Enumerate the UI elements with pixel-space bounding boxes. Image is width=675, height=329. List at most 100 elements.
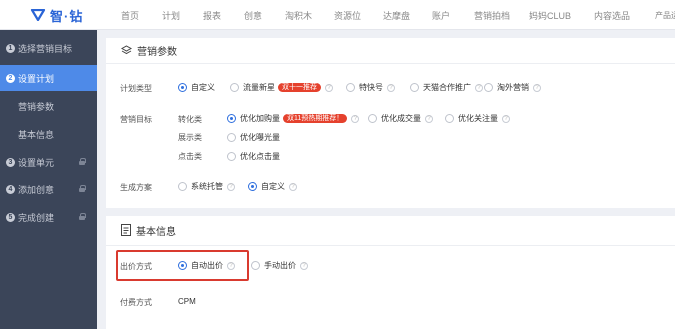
plan-type-express[interactable]: 特快号 ? [346, 82, 395, 93]
sidebar: 1 选择营销目标 2 设置计划 营销参数 基本信息 3 设置单元 4 添加创意 … [0, 30, 97, 329]
sidebar-item-label: 选择营销目标 [18, 43, 73, 54]
step-number: 1 [6, 43, 15, 53]
radio[interactable] [346, 83, 355, 92]
help-icon[interactable]: ? [533, 83, 541, 92]
goal-category-click: 点击类 [178, 152, 202, 161]
option-label: 自定义 [191, 83, 215, 92]
section-title: 营销参数 [137, 47, 177, 58]
pay-value: CPM [178, 297, 196, 306]
scheme-system[interactable]: 系统托管 ? [178, 181, 235, 192]
sidebar-item-label: 设置单元 [18, 157, 55, 168]
sidebar-sub-basic-info[interactable]: 基本信息 [0, 121, 97, 147]
step-number: 3 [6, 157, 15, 167]
sidebar-item-label: 添加创意 [18, 184, 55, 195]
help-icon[interactable]: ? [289, 182, 297, 191]
marketing-params-panel: 营销参数 计划类型 自定义 流量新星 双十一推荐 ? 特快号 ? 天猫合作推广 … [106, 38, 675, 208]
help-icon[interactable]: ? [502, 114, 510, 123]
radio[interactable] [230, 83, 239, 92]
layers-icon [120, 44, 133, 57]
plan-type-traffic-star[interactable]: 流量新星 双十一推荐 ? [230, 82, 333, 93]
radio[interactable] [410, 83, 419, 92]
sidebar-step-set-plan[interactable]: 2 设置计划 [0, 65, 97, 91]
option-label: 流量新星 [243, 83, 275, 92]
radio-checked[interactable] [178, 83, 187, 92]
help-icon[interactable]: ? [227, 182, 235, 191]
pay-label: 付费方式 [120, 298, 152, 307]
option-label: 自动出价 [191, 261, 223, 270]
bid-label: 出价方式 [120, 262, 152, 271]
sidebar-item-label: 设置计划 [18, 73, 55, 84]
sidebar-step-complete[interactable]: 5 完成创建 [0, 204, 97, 230]
goal-follows[interactable]: 优化关注量 ? [445, 113, 510, 124]
goal-deals[interactable]: 优化成交量 ? [368, 113, 433, 124]
option-label: 天猫合作推广 [423, 83, 471, 92]
nav-report[interactable]: 报表 [203, 9, 221, 22]
panel-header: 基本信息 [106, 216, 675, 246]
radio[interactable] [368, 114, 377, 123]
help-icon[interactable]: ? [475, 83, 483, 92]
radio-checked[interactable] [178, 261, 187, 270]
plan-type-label: 计划类型 [120, 84, 152, 93]
bid-manual[interactable]: 手动出价 ? [251, 260, 308, 271]
option-label: 优化曝光量 [240, 133, 280, 142]
goal-add-cart[interactable]: 优化加购量 双11预热期推荐！ ? [227, 113, 360, 124]
scheme-custom[interactable]: 自定义 ? [248, 181, 297, 192]
sidebar-sub-marketing-params[interactable]: 营销参数 [0, 93, 97, 119]
scheme-label: 生成方案 [120, 183, 152, 192]
nav-account[interactable]: 账户 [432, 9, 450, 22]
sidebar-step-select-goal[interactable]: 1 选择营销目标 [0, 35, 97, 61]
nav-content-select[interactable]: 内容选品 [594, 9, 630, 22]
goal-category-display: 展示类 [178, 133, 202, 142]
help-icon[interactable]: ? [325, 83, 333, 92]
step-number: 4 [6, 184, 15, 194]
sidebar-step-add-creative[interactable]: 4 添加创意 [0, 176, 97, 202]
bid-auto[interactable]: 自动出价 ? [178, 260, 235, 271]
logo[interactable]: 智·钻 [30, 6, 83, 24]
radio[interactable] [227, 152, 236, 161]
nav-taojimu[interactable]: 淘积木 [285, 9, 312, 22]
radio[interactable] [484, 83, 493, 92]
help-icon[interactable]: ? [387, 83, 395, 92]
nav-mama-club[interactable]: 妈妈CLUB [529, 9, 571, 22]
plan-type-external[interactable]: 淘外营销 ? [484, 82, 541, 93]
help-icon[interactable]: ? [351, 114, 360, 123]
section-title: 基本信息 [136, 227, 176, 238]
option-label: 手动出价 [264, 261, 296, 270]
radio-checked[interactable] [227, 114, 236, 123]
help-icon[interactable]: ? [300, 261, 308, 270]
nav-home[interactable]: 首页 [121, 9, 139, 22]
goal-impressions[interactable]: 优化曝光量 [227, 132, 280, 143]
nav-marketing-partner[interactable]: 营销拍档 [474, 9, 510, 22]
help-icon[interactable]: ? [227, 261, 235, 270]
plan-type-tmall[interactable]: 天猫合作推广 ? [410, 82, 483, 93]
radio[interactable] [445, 114, 454, 123]
nav-damopan[interactable]: 达摩盘 [383, 9, 410, 22]
option-label: 优化关注量 [458, 114, 498, 123]
radio[interactable] [227, 133, 236, 142]
nav-creative[interactable]: 创意 [244, 9, 262, 22]
nav-product[interactable]: 产品运 [655, 10, 675, 21]
option-label: 优化加购量 [240, 114, 280, 123]
radio-checked[interactable] [248, 182, 257, 191]
help-icon[interactable]: ? [425, 114, 433, 123]
plan-type-custom[interactable]: 自定义 [178, 82, 215, 93]
radio[interactable] [178, 182, 187, 191]
document-icon [121, 223, 131, 238]
sidebar-item-label: 营销参数 [18, 101, 55, 112]
top-navbar: 智·钻 首页 计划 报表 创意 淘积木 资源位 达摩盘 账户 营销拍档 妈妈CL… [0, 0, 675, 30]
sidebar-step-set-unit[interactable]: 3 设置单元 [0, 149, 97, 175]
goal-label: 营销目标 [120, 115, 152, 124]
step-number: 5 [6, 212, 15, 222]
option-label: 系统托管 [191, 182, 223, 191]
goal-category-conversion: 转化类 [178, 115, 202, 124]
option-label: 优化点击量 [240, 152, 280, 161]
sidebar-item-label: 基本信息 [18, 129, 55, 140]
nav-resource[interactable]: 资源位 [334, 9, 361, 22]
radio[interactable] [251, 261, 260, 270]
basic-info-panel: 基本信息 出价方式 自动出价 ? 手动出价 ? 付费方式 CPM [106, 216, 675, 329]
option-label: 淘外营销 [497, 83, 529, 92]
goal-clicks[interactable]: 优化点击量 [227, 151, 280, 162]
lock-icon [79, 213, 86, 220]
nav-plan[interactable]: 计划 [162, 9, 180, 22]
option-label: 优化成交量 [381, 114, 421, 123]
